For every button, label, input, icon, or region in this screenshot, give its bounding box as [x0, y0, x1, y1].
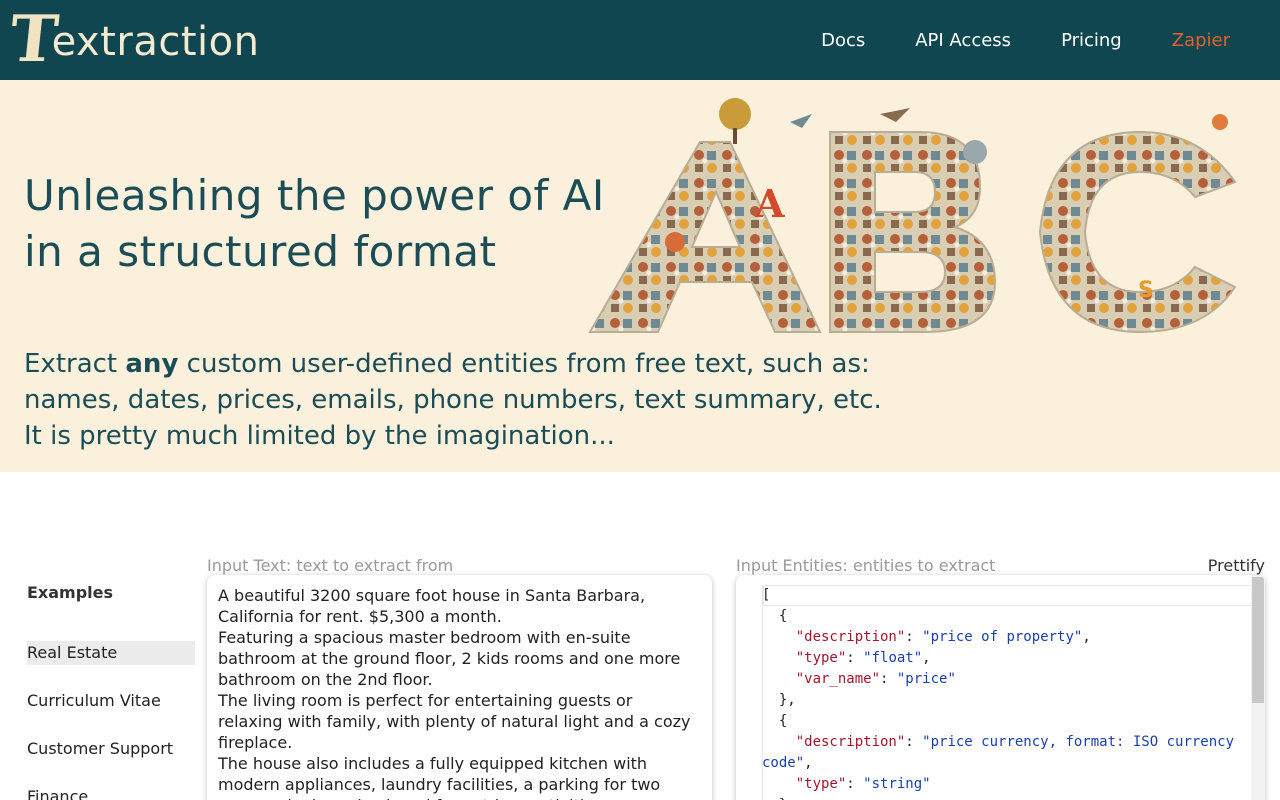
example-item-customer-support[interactable]: Customer Support	[27, 737, 195, 761]
input-text-label: Input Text: text to extract from	[207, 556, 454, 575]
example-item-curriculum-vitae[interactable]: Curriculum Vitae	[27, 689, 195, 713]
json-key: "type"	[795, 650, 847, 666]
editor-scrollbar-thumb[interactable]	[1252, 577, 1264, 703]
hero-sub-bold: any	[125, 349, 179, 379]
logo-initial: T	[6, 2, 62, 77]
nav-link-docs[interactable]: Docs	[821, 30, 865, 51]
nav-link-zapier[interactable]: Zapier	[1172, 30, 1230, 51]
hero-sub-pre: Extract	[24, 349, 126, 379]
json-key: "description"	[795, 629, 906, 645]
prettify-button[interactable]: Prettify	[1208, 556, 1265, 575]
nav-link-api-access[interactable]: API Access	[915, 30, 1011, 51]
hero-subtitle-line-3: It is pretty much limited by the imagina…	[24, 421, 615, 451]
example-item-finance[interactable]: Finance	[27, 785, 195, 800]
hero-title: Unleashing the power of AI in a structur…	[24, 168, 605, 280]
hero-title-line-1: Unleashing the power of AI	[24, 171, 605, 220]
json-key: "var_name"	[795, 671, 881, 687]
hero-sub-post: custom user-defined entities from free t…	[178, 349, 870, 379]
dollar-sign-mark: S	[1138, 278, 1154, 303]
nav-link-pricing[interactable]: Pricing	[1061, 30, 1122, 51]
json-key: "type"	[795, 776, 847, 792]
abc-collage-illustration: A S	[588, 98, 1237, 334]
editor-scrollbar[interactable]	[1251, 575, 1265, 800]
textraction-logo[interactable]: T extraction	[6, 2, 260, 77]
nav-links: Docs API Access Pricing Zapier	[821, 0, 1230, 80]
hero-subtitle-line-2: names, dates, prices, emails, phone numb…	[24, 385, 882, 415]
json-key: "description"	[795, 734, 906, 750]
entities-json-editor[interactable]: [ { "description": "price of property", …	[736, 575, 1265, 800]
input-entities-label: Input Entities: entities to extract	[736, 556, 996, 575]
examples-title: Examples	[27, 583, 114, 602]
letter-a-label: A	[754, 181, 785, 226]
hero-subtitle-line-1: Extract any custom user-defined entities…	[24, 346, 882, 382]
json-value: "string"	[863, 776, 931, 792]
json-value: "price of property"	[922, 629, 1083, 645]
json-value: "price"	[896, 671, 956, 687]
hero-banner: Unleashing the power of AI in a structur…	[0, 80, 1280, 472]
letter-a-shape	[588, 141, 822, 333]
input-text-area[interactable]: A beautiful 3200 square foot house in Sa…	[207, 575, 712, 800]
input-text-value[interactable]: A beautiful 3200 square foot house in Sa…	[218, 585, 701, 800]
hero-subtitle: Extract any custom user-defined entities…	[24, 346, 882, 454]
example-item-real-estate[interactable]: Real Estate	[27, 641, 195, 665]
json-value: "float"	[863, 650, 923, 666]
logo-text: extraction	[51, 19, 260, 65]
top-nav: T extraction Docs API Access Pricing Zap…	[0, 0, 1280, 80]
hero-title-line-2: in a structured format	[24, 227, 497, 276]
entities-json-code[interactable]: [ { "description": "price of property", …	[762, 585, 1250, 800]
